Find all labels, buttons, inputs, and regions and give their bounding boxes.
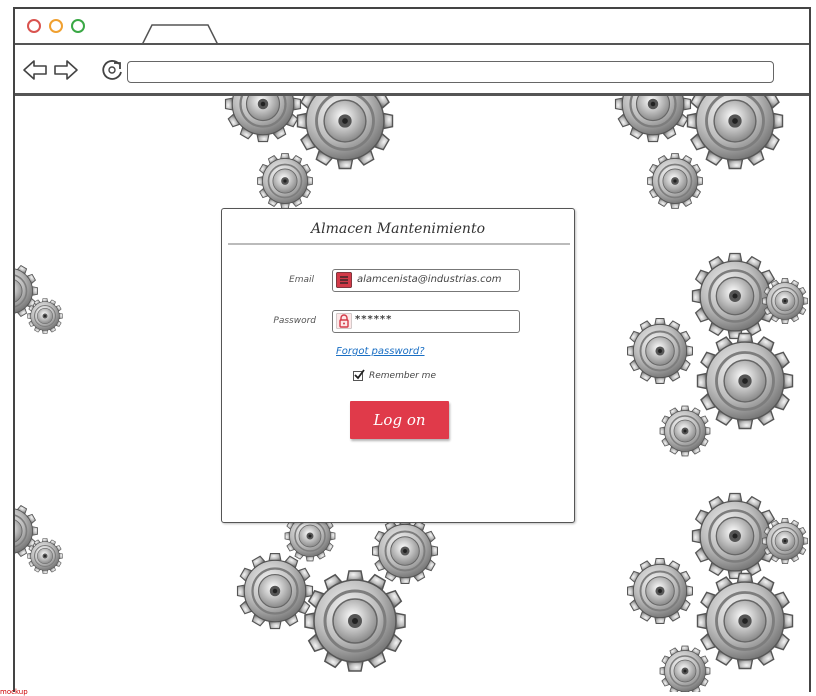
title-divider bbox=[228, 243, 570, 245]
gear-icon bbox=[224, 96, 394, 210]
password-value: ****** bbox=[355, 314, 393, 325]
gear-icon bbox=[626, 492, 809, 692]
check-icon bbox=[354, 369, 365, 380]
remember-me[interactable]: Remember me bbox=[353, 369, 436, 381]
email-field[interactable]: alamcenista@industrias.com bbox=[332, 269, 520, 292]
password-label: Password bbox=[273, 316, 316, 326]
minimize-window-button[interactable] bbox=[49, 19, 63, 33]
close-window-button[interactable] bbox=[27, 19, 41, 33]
gear-icon bbox=[614, 96, 784, 210]
reload-icon[interactable] bbox=[100, 58, 124, 82]
remember-me-checkbox[interactable] bbox=[353, 369, 365, 381]
lock-icon bbox=[336, 313, 352, 329]
email-value: alamcenista@industrias.com bbox=[357, 274, 502, 285]
maximize-window-button[interactable] bbox=[71, 19, 85, 33]
address-bar[interactable] bbox=[127, 61, 774, 83]
remember-me-label: Remember me bbox=[369, 371, 436, 381]
gear-icon bbox=[15, 502, 64, 575]
login-title: Almacen Mantenimiento bbox=[310, 221, 485, 237]
forward-arrow-icon[interactable] bbox=[53, 59, 79, 81]
email-icon bbox=[336, 272, 352, 288]
login-form: Almacen Mantenimiento Email alamcenista@… bbox=[221, 208, 575, 523]
browser-titlebar bbox=[15, 9, 809, 45]
browser-navbar bbox=[15, 45, 809, 96]
browser-tab[interactable] bbox=[140, 23, 220, 45]
gear-icon bbox=[15, 262, 64, 335]
footer-text: mockup bbox=[0, 688, 28, 696]
log-on-button[interactable]: Log on bbox=[350, 401, 449, 439]
email-label: Email bbox=[289, 275, 314, 285]
browser-window: Almacen Mantenimiento Email alamcenista@… bbox=[13, 7, 811, 692]
back-arrow-icon[interactable] bbox=[22, 59, 48, 81]
forgot-password-link[interactable]: Forgot password? bbox=[336, 346, 425, 357]
page-content: Almacen Mantenimiento Email alamcenista@… bbox=[15, 96, 809, 692]
password-field[interactable]: ****** bbox=[332, 310, 520, 333]
gear-icon bbox=[626, 252, 809, 457]
gear-icon bbox=[236, 516, 439, 673]
